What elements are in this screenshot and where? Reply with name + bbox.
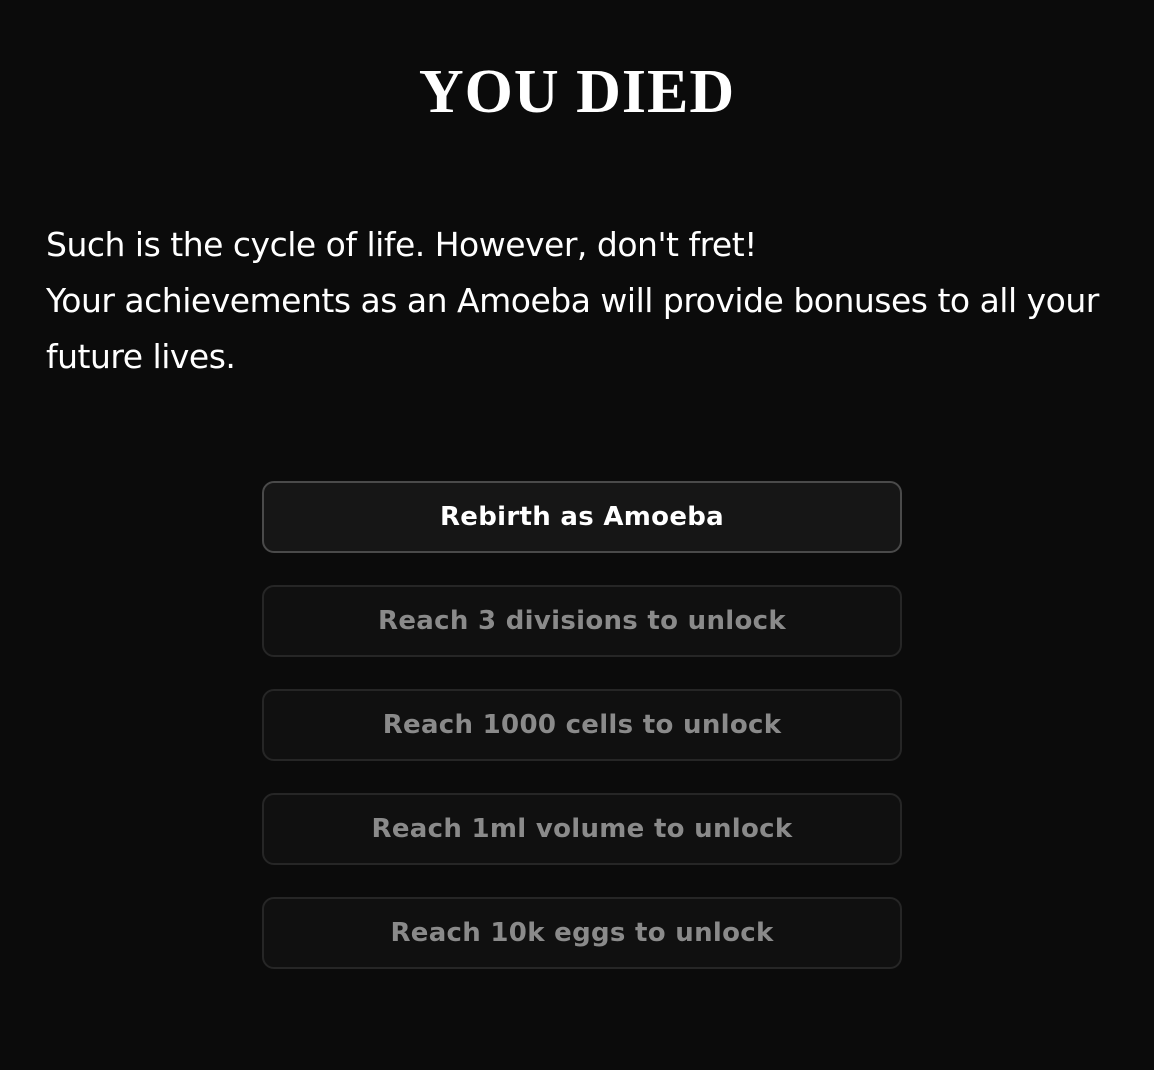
locked-option-cells: Reach 1000 cells to unlock [262, 689, 902, 761]
rebirth-options: Rebirth as Amoeba Reach 3 divisions to u… [262, 481, 902, 1001]
locked-option-divisions: Reach 3 divisions to unlock [262, 585, 902, 657]
rebirth-amoeba-button[interactable]: Rebirth as Amoeba [262, 481, 902, 553]
message-line-1: Such is the cycle of life. However, don'… [46, 225, 757, 264]
locked-option-eggs: Reach 10k eggs to unlock [262, 897, 902, 969]
death-title: YOU DIED [418, 58, 736, 126]
death-message: Such is the cycle of life. However, don'… [46, 217, 1116, 385]
message-line-2: Your achievements as an Amoeba will prov… [46, 281, 1099, 376]
locked-option-volume: Reach 1ml volume to unlock [262, 793, 902, 865]
